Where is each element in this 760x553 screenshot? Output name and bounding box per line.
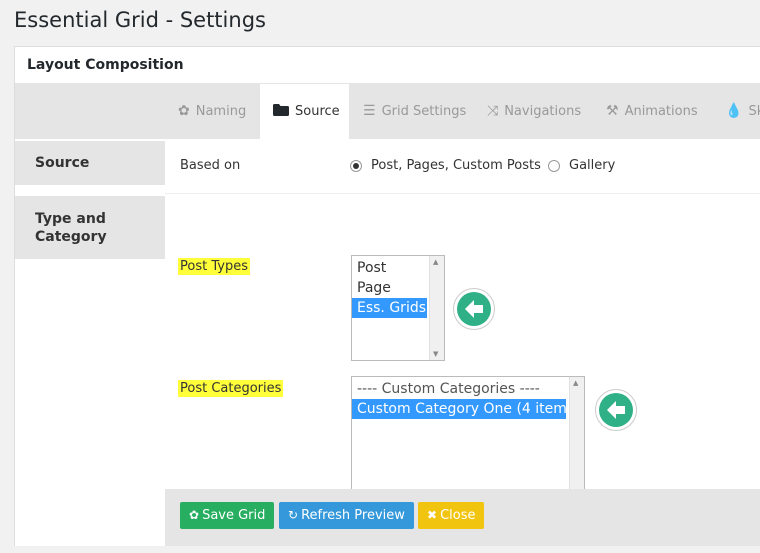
based-on-label: Based on [180,158,241,173]
tab-grid-settings[interactable]: ☰ Grid Settings [363,84,466,139]
source-content: Based on Post, Pages, Custom Posts Galle… [165,139,760,521]
close-icon: ✖ [427,508,438,522]
scroll-up-icon[interactable]: ▲ [433,258,438,266]
post-types-listbox[interactable]: Post Page Ess. Grids ▲ ▼ [351,255,445,361]
radio-label-gallery: Gallery [569,158,616,173]
panel-title: Layout Composition [15,47,760,84]
tab-skins[interactable]: 💧Sk [725,84,760,139]
sidebar-item-type-and-category[interactable]: Type and Category [15,196,165,259]
radio-gallery[interactable] [548,160,560,172]
arrow-left-icon [595,389,637,431]
arrow-left-icon [453,288,495,330]
radio-post-pages-custom-posts[interactable] [350,160,362,172]
refresh-preview-button[interactable]: ↻ Refresh Preview [279,502,414,529]
post-categories-label: Post Categories [178,380,284,397]
post-types-label: Post Types [178,258,250,275]
scroll-up-icon[interactable]: ▲ [573,379,578,387]
scroll-down-icon[interactable]: ▼ [433,350,438,358]
menu-icon: ☰ [363,103,376,119]
scrollbar[interactable]: ▲ ▼ [429,256,444,360]
list-item-selected[interactable]: Ess. Grids [352,298,427,318]
tab-source[interactable]: Source [260,84,349,139]
list-item-selected[interactable]: Custom Category One (4 items) [352,399,580,419]
radio-label-post-pages: Post, Pages, Custom Posts [371,158,541,173]
close-button[interactable]: ✖ Close [418,502,485,529]
layout-composition-panel: Layout Composition Source Type and Categ… [14,46,760,546]
list-item[interactable]: ---- Custom Categories ---- [352,379,584,399]
gear-icon: ✿ [189,508,200,522]
page-title: Essential Grid - Settings [14,8,266,32]
save-grid-button[interactable]: ✿ Save Grid [180,502,275,529]
tab-naming[interactable]: ✿ Naming [178,84,246,139]
drop-icon: 💧 [725,103,743,119]
tab-bar: ✿ Naming Source ☰ Grid Settings ⤨ Navigatio… [165,84,760,139]
shuffle-icon: ⤨ [487,103,499,119]
gear-icon: ✿ [178,103,190,119]
tab-navigations[interactable]: ⤨ Navigations [487,84,581,139]
tools-icon: ⚒ [606,103,619,119]
sidebar-item-source[interactable]: Source [15,141,165,185]
footer-toolbar: ✿ Save Grid ↻ Refresh Preview ✖ Close [165,489,760,546]
folder-icon [273,84,289,139]
sidebar: Source Type and Category [15,84,165,546]
refresh-icon: ↻ [288,508,299,522]
tab-animations[interactable]: ⚒ Animations [606,84,698,139]
based-on-row: Based on Post, Pages, Custom Posts Galle… [165,139,760,194]
